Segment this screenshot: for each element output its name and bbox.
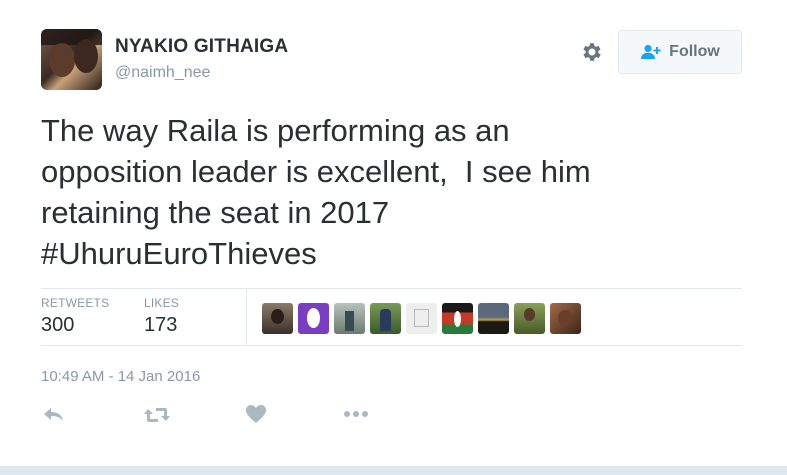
liker-avatars <box>262 303 581 334</box>
liker-avatar[interactable] <box>514 303 545 334</box>
heart-icon[interactable] <box>245 404 273 428</box>
likes-count: 173 <box>144 314 178 336</box>
follow-button[interactable]: Follow <box>618 30 742 74</box>
tweet-text-line-2: opposition leader is excellent, I see hi… <box>41 154 591 189</box>
retweet-icon[interactable] <box>143 405 171 429</box>
bottom-border <box>0 466 787 475</box>
liker-avatar[interactable] <box>370 303 401 334</box>
add-person-icon <box>640 44 662 60</box>
liker-avatar[interactable] <box>550 303 581 334</box>
liker-avatar[interactable] <box>478 303 509 334</box>
liker-avatar[interactable] <box>262 303 293 334</box>
avatar-face-right <box>74 39 98 73</box>
tweet-timestamp[interactable]: 10:49 AM - 14 Jan 2016 <box>41 368 200 385</box>
gear-icon[interactable] <box>580 40 604 64</box>
user-screen-name[interactable]: @naimh_nee <box>115 64 210 82</box>
liker-avatar[interactable] <box>406 303 437 334</box>
liker-avatar[interactable] <box>442 303 473 334</box>
likes-label: LIKES <box>144 296 180 310</box>
user-full-name[interactable]: NYAKIO GITHAIGA <box>115 36 288 58</box>
liker-avatar[interactable] <box>298 303 329 334</box>
stats-divider-bottom <box>41 345 742 346</box>
retweets-label: RETWEETS <box>41 296 110 310</box>
avatar-face-left <box>49 43 75 77</box>
stats-separator <box>246 288 247 346</box>
likes-stat[interactable]: LIKES 173 <box>144 296 179 337</box>
stats-divider-top <box>41 288 742 289</box>
more-icon[interactable] <box>343 406 371 430</box>
tweet-text-line-3: retaining the seat in 2017 <box>41 195 390 230</box>
follow-button-label: Follow <box>669 43 720 60</box>
user-avatar[interactable] <box>41 29 102 90</box>
liker-avatar[interactable] <box>334 303 365 334</box>
tweet-text: The way Raila is performing as an opposi… <box>41 110 741 274</box>
hashtag-link[interactable]: #UhuruEuroThieves <box>41 233 741 274</box>
reply-icon[interactable] <box>41 404 69 428</box>
tweet-text-line-1: The way Raila is performing as an <box>41 113 510 148</box>
retweets-count: 300 <box>41 314 75 336</box>
retweets-stat[interactable]: RETWEETS 300 <box>41 296 109 337</box>
